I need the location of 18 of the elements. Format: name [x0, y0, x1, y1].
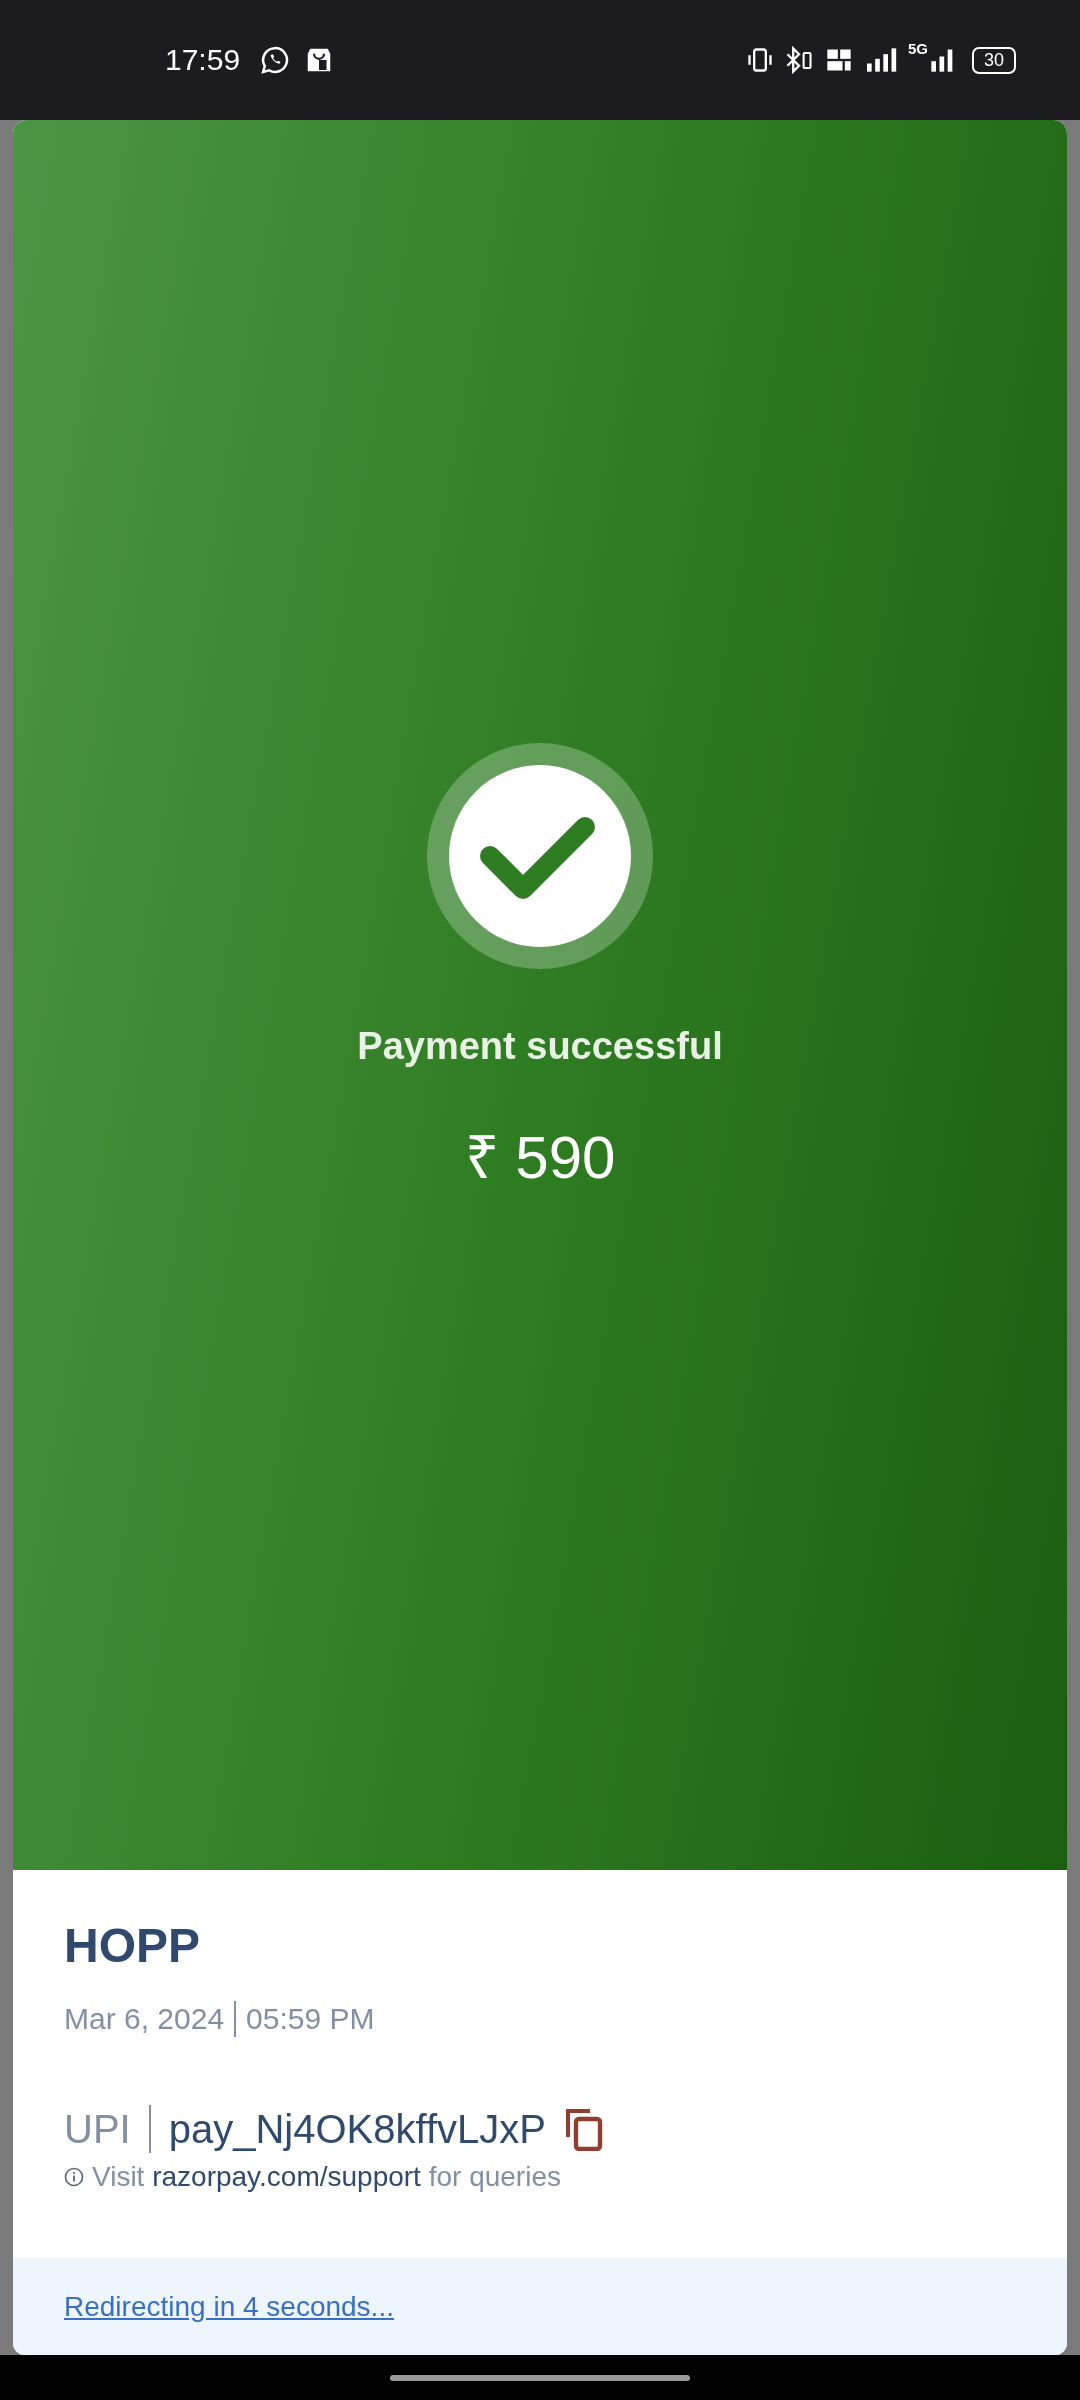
payment-date: Mar 6, 2024: [64, 2002, 225, 2036]
network-type: 5G: [907, 40, 928, 57]
copy-icon[interactable]: [563, 2107, 604, 2151]
payment-time: 05:59 PM: [246, 2002, 375, 2036]
clock: 17:59: [165, 43, 241, 77]
payment-amount: ₹ 590: [464, 1123, 616, 1193]
payment-status: Payment successful: [357, 1025, 723, 1068]
payment-id: pay_Nj4OK8kffvLJxP: [168, 2106, 546, 2152]
home-indicator[interactable]: [390, 2374, 690, 2381]
payment-method: UPI: [64, 2106, 131, 2152]
merchant-name: HOPP: [64, 1918, 202, 1973]
check-circle-icon: [427, 743, 653, 969]
battery-indicator: 30: [971, 46, 1016, 74]
support-text: Visit razorpay.com/support for queries: [92, 2161, 561, 2193]
redirect-link[interactable]: Redirecting in 4 seconds...: [64, 2290, 394, 2323]
chat-bubble-icon: [260, 45, 291, 75]
info-icon: [64, 2167, 84, 2187]
vibrate-icon: [745, 46, 774, 74]
